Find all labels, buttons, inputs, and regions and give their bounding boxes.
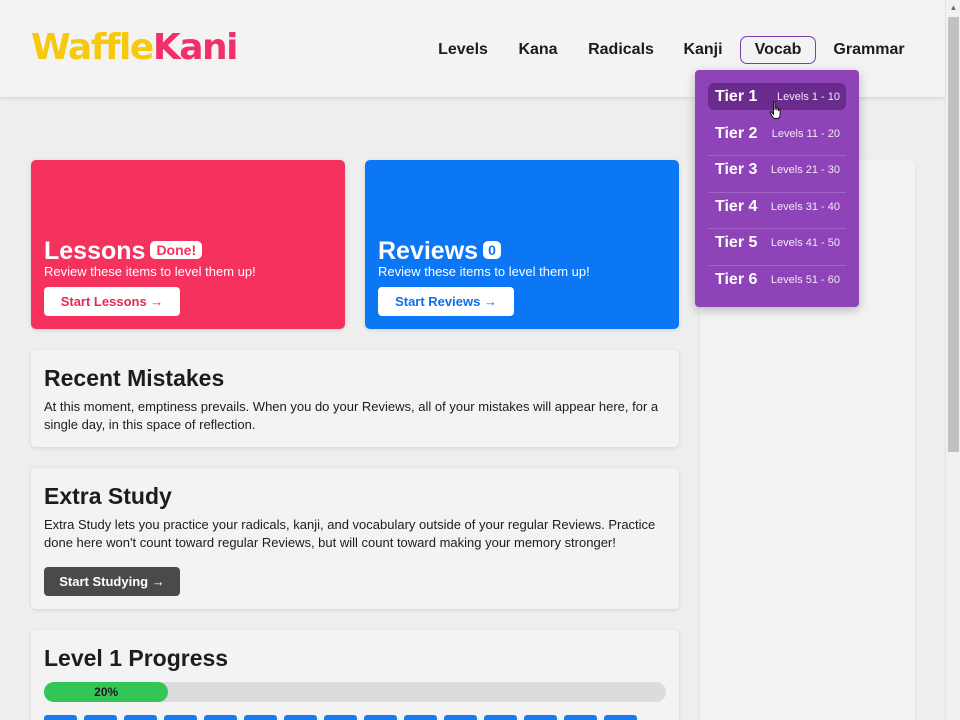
reviews-heading: Reviews 0 bbox=[378, 236, 501, 266]
level-item-square[interactable] bbox=[484, 715, 517, 720]
tier-name: Tier 4 bbox=[715, 197, 758, 215]
level-item-square[interactable] bbox=[564, 715, 597, 720]
lessons-subtitle: Review these items to level them up! bbox=[44, 264, 256, 279]
lessons-card: Lessons Done! Review these items to level… bbox=[31, 160, 345, 329]
level-item-square[interactable] bbox=[84, 715, 117, 720]
start-lessons-button[interactable]: Start Lessons → bbox=[44, 287, 180, 316]
reviews-count-badge: 0 bbox=[483, 241, 501, 259]
tier-item-5[interactable]: Tier 5 Levels 41 - 50 bbox=[708, 229, 846, 266]
start-studying-button[interactable]: Start Studying → bbox=[44, 567, 180, 596]
tier-range: Levels 1 - 10 bbox=[777, 91, 840, 103]
tier-range: Levels 31 - 40 bbox=[770, 200, 840, 213]
nav-radicals[interactable]: Radicals bbox=[580, 36, 662, 64]
level-item-square[interactable] bbox=[444, 715, 477, 720]
scrollbar-thumb[interactable] bbox=[948, 17, 959, 452]
nav-kana[interactable]: Kana bbox=[510, 36, 566, 64]
level-item-square[interactable] bbox=[324, 715, 357, 720]
tier-item-2[interactable]: Tier 2 Levels 11 - 20 bbox=[708, 120, 846, 157]
lessons-heading: Lessons Done! bbox=[44, 236, 203, 266]
tier-range: Levels 51 - 60 bbox=[770, 273, 840, 286]
level-item-square[interactable] bbox=[284, 715, 317, 720]
mouse-pointer-icon bbox=[769, 101, 781, 119]
lessons-title: Lessons bbox=[44, 237, 146, 265]
level-item-square[interactable] bbox=[604, 715, 637, 720]
level-item-square[interactable] bbox=[524, 715, 557, 720]
level-item-square[interactable] bbox=[124, 715, 157, 720]
scroll-up-arrow-icon[interactable]: ▲ bbox=[946, 0, 960, 16]
level-item-square[interactable] bbox=[404, 715, 437, 720]
tier-name: Tier 6 bbox=[715, 270, 758, 288]
tier-name: Tier 3 bbox=[715, 161, 758, 179]
recent-mistakes-title: Recent Mistakes bbox=[44, 365, 225, 391]
nav-vocab[interactable]: Vocab bbox=[740, 36, 816, 64]
tier-range: Levels 11 - 20 bbox=[771, 127, 840, 140]
level-progress-card: Level 1 Progress 20% bbox=[31, 630, 679, 720]
extra-study-card: Extra Study Extra Study lets you practic… bbox=[31, 468, 679, 609]
nav-kanji[interactable]: Kanji bbox=[676, 36, 730, 64]
tier-item-3[interactable]: Tier 3 Levels 21 - 30 bbox=[708, 156, 846, 193]
lessons-done-badge: Done! bbox=[150, 241, 203, 259]
nav-grammar[interactable]: Grammar bbox=[826, 36, 912, 64]
reviews-card: Reviews 0 Review these items to level the… bbox=[365, 160, 679, 329]
tier-name: Tier 2 bbox=[715, 124, 758, 142]
tier-name: Tier 5 bbox=[715, 234, 758, 252]
level-item-square[interactable] bbox=[244, 715, 277, 720]
start-reviews-button[interactable]: Start Reviews → bbox=[378, 287, 514, 316]
tier-range: Levels 21 - 30 bbox=[770, 164, 840, 177]
reviews-title: Reviews bbox=[378, 237, 479, 265]
reviews-subtitle: Review these items to level them up! bbox=[378, 264, 590, 279]
level-progress-fill: 20% bbox=[44, 682, 169, 702]
level-item-square[interactable] bbox=[44, 715, 77, 720]
tier-item-4[interactable]: Tier 4 Levels 31 - 40 bbox=[708, 193, 846, 230]
tier-name: Tier 1 bbox=[715, 88, 758, 105]
level-progress-title: Level 1 Progress bbox=[44, 645, 229, 671]
level-item-square[interactable] bbox=[364, 715, 397, 720]
recent-mistakes-card: Recent Mistakes At this moment, emptines… bbox=[31, 350, 679, 447]
page-scrollbar[interactable]: ▲ bbox=[945, 0, 960, 720]
recent-mistakes-text: At this moment, emptiness prevails. When… bbox=[44, 399, 659, 432]
level-item-square[interactable] bbox=[164, 715, 197, 720]
level-progress-bar: 20% bbox=[44, 682, 666, 702]
extra-study-title: Extra Study bbox=[44, 483, 172, 509]
level-item-square[interactable] bbox=[204, 715, 237, 720]
extra-study-text: Extra Study lets you practice your radic… bbox=[44, 517, 656, 550]
tier-range: Levels 41 - 50 bbox=[770, 237, 840, 250]
nav-levels[interactable]: Levels bbox=[430, 36, 496, 64]
tier-item-6[interactable]: Tier 6 Levels 51 - 60 bbox=[708, 266, 846, 303]
main-nav: Levels Kana Radicals Kanji Vocab Grammar bbox=[0, 36, 945, 64]
